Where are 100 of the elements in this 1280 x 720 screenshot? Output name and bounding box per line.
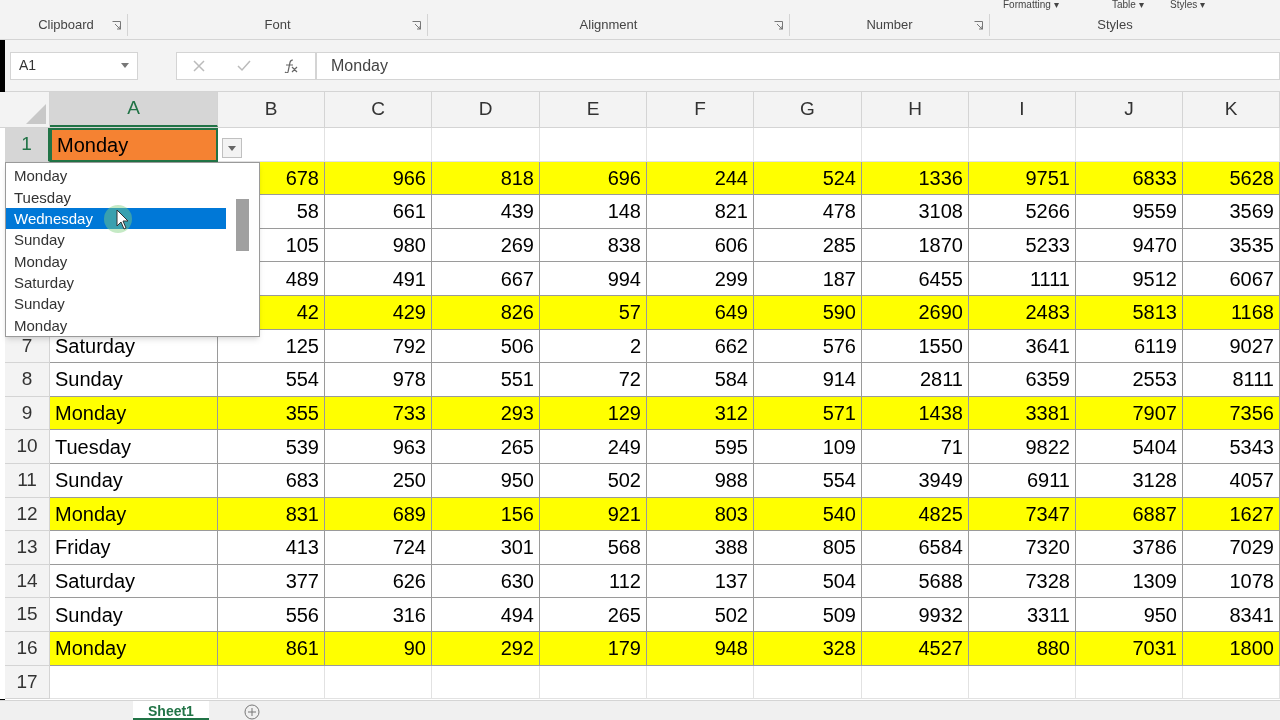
table-cell: 4527 xyxy=(862,631,969,666)
table-cell: 6359 xyxy=(969,363,1076,397)
table-cell: 4057 xyxy=(1183,463,1280,498)
table-cell: 963 xyxy=(325,430,432,464)
table-cell: 978 xyxy=(325,363,432,397)
table-cell: 502 xyxy=(540,463,647,498)
table-cell: 7320 xyxy=(969,531,1076,565)
table-cell: 1550 xyxy=(862,329,969,364)
table-cell: 109 xyxy=(754,430,862,464)
table-cell: 388 xyxy=(647,531,754,565)
table-cell: 966 xyxy=(325,161,432,196)
table-cell: 5628 xyxy=(1183,161,1280,196)
table-cell: 6887 xyxy=(1076,497,1183,532)
table-cell: 914 xyxy=(754,363,862,397)
table-cell: 5266 xyxy=(969,195,1076,229)
table-cell: 980 xyxy=(325,228,432,263)
table-cell: 6911 xyxy=(969,463,1076,498)
table-cell: 7347 xyxy=(969,497,1076,532)
table-cell: Monday xyxy=(50,128,218,162)
table-cell: 606 xyxy=(647,228,754,263)
table-cell: 9751 xyxy=(969,161,1076,196)
table-cell: 269 xyxy=(432,228,540,263)
table-cell: 292 xyxy=(432,631,540,666)
table-cell: 2553 xyxy=(1076,363,1183,397)
table-cell: 861 xyxy=(218,631,325,666)
table-cell: 7907 xyxy=(1076,396,1183,431)
group-label: Font xyxy=(264,16,291,35)
table-cell: Sunday xyxy=(50,463,218,498)
table-cell: 539 xyxy=(218,430,325,464)
table-cell: 506 xyxy=(432,329,540,364)
table-cell: 2483 xyxy=(969,295,1076,330)
table-cell: 7328 xyxy=(969,564,1076,599)
table-cell: 576 xyxy=(754,329,862,364)
table-cell: Monday xyxy=(50,631,218,666)
table-cell: 377 xyxy=(218,564,325,599)
table-cell: 1800 xyxy=(1183,631,1280,666)
table-cell: 57 xyxy=(540,295,647,330)
table-cell: 72 xyxy=(540,363,647,397)
table-cell: 818 xyxy=(432,161,540,196)
table-cell: Friday xyxy=(50,531,218,565)
table-cell: 316 xyxy=(325,598,432,632)
table-cell: 5688 xyxy=(862,564,969,599)
table-cell: 1870 xyxy=(862,228,969,263)
table-cell: Tuesday xyxy=(50,430,218,464)
table-cell: 5813 xyxy=(1076,295,1183,330)
table-cell: 3569 xyxy=(1183,195,1280,229)
table-cell: 3786 xyxy=(1076,531,1183,565)
table-cell: 112 xyxy=(540,564,647,599)
table-cell: 328 xyxy=(754,631,862,666)
table-cell: 8111 xyxy=(1183,363,1280,397)
table-cell: 312 xyxy=(647,396,754,431)
table-cell: 6455 xyxy=(862,262,969,296)
table-cell: 137 xyxy=(647,564,754,599)
table-cell: 293 xyxy=(432,396,540,431)
table-cell: Saturday xyxy=(50,564,218,599)
table-cell: 571 xyxy=(754,396,862,431)
table-cell: 179 xyxy=(540,631,647,666)
table-cell: 2811 xyxy=(862,363,969,397)
table-cell: 249 xyxy=(540,430,647,464)
table-cell: 148 xyxy=(540,195,647,229)
table-cell: 630 xyxy=(432,564,540,599)
table-cell: 994 xyxy=(540,262,647,296)
table-cell: 6119 xyxy=(1076,329,1183,364)
table-cell: 413 xyxy=(218,531,325,565)
table-cell: 568 xyxy=(540,531,647,565)
group-label: Number xyxy=(866,16,913,35)
table-cell: 7029 xyxy=(1183,531,1280,565)
table-cell: 2690 xyxy=(862,295,969,330)
table-cell: 90 xyxy=(325,631,432,666)
table-cell: 661 xyxy=(325,195,432,229)
table-cell: 6833 xyxy=(1076,161,1183,196)
table-cell: 667 xyxy=(432,262,540,296)
table-cell: 156 xyxy=(432,497,540,532)
table-cell: 9512 xyxy=(1076,262,1183,296)
table-cell: 1336 xyxy=(862,161,969,196)
table-cell: 803 xyxy=(647,497,754,532)
table-cell: 554 xyxy=(218,363,325,397)
table-cell: 509 xyxy=(754,598,862,632)
table-cell: 988 xyxy=(647,463,754,498)
table-cell: 301 xyxy=(432,531,540,565)
table-cell: 649 xyxy=(647,295,754,330)
table-cell: Monday xyxy=(50,497,218,532)
table-cell: 4825 xyxy=(862,497,969,532)
table-cell: 3108 xyxy=(862,195,969,229)
table-cell: 831 xyxy=(218,497,325,532)
table-cell: 1078 xyxy=(1183,564,1280,599)
table-cell: 6584 xyxy=(862,531,969,565)
table-cell: 9470 xyxy=(1076,228,1183,263)
table-cell: 590 xyxy=(754,295,862,330)
table-cell: 556 xyxy=(218,598,325,632)
table-cell: 1438 xyxy=(862,396,969,431)
table-cell: 2 xyxy=(540,329,647,364)
table-cell: 1309 xyxy=(1076,564,1183,599)
table-cell: 3311 xyxy=(969,598,1076,632)
table-cell: 9559 xyxy=(1076,195,1183,229)
table-cell: 3381 xyxy=(969,396,1076,431)
table-cell: 626 xyxy=(325,564,432,599)
table-cell: 3641 xyxy=(969,329,1076,364)
table-cell: 8341 xyxy=(1183,598,1280,632)
table-cell: 285 xyxy=(754,228,862,263)
